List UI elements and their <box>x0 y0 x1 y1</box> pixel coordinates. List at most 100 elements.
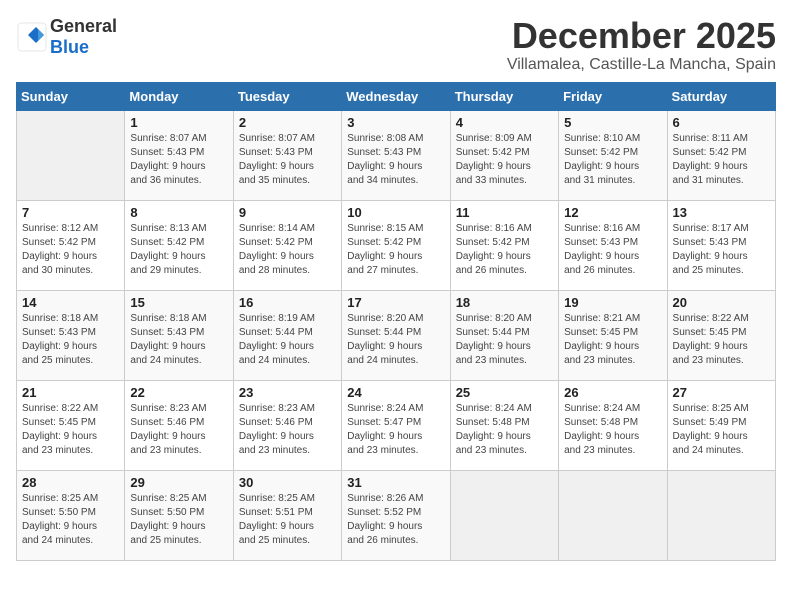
day-info: Sunrise: 8:24 AM Sunset: 5:48 PM Dayligh… <box>456 402 553 458</box>
header-monday: Monday <box>125 82 233 110</box>
calendar-cell: 26Sunrise: 8:24 AM Sunset: 5:48 PM Dayli… <box>559 380 667 470</box>
day-number: 29 <box>130 475 227 490</box>
calendar-cell: 15Sunrise: 8:18 AM Sunset: 5:43 PM Dayli… <box>125 290 233 380</box>
calendar-cell: 14 Sunrise: 8:18 AM Sunset: 5:43 PM Dayli… <box>17 290 125 380</box>
calendar-cell: 5Sunrise: 8:10 AM Sunset: 5:42 PM Daylig… <box>559 110 667 200</box>
calendar-cell: 29 Sunrise: 8:25 AM Sunset: 5:50 PM Dayli… <box>125 470 233 560</box>
header-saturday: Saturday <box>667 82 775 110</box>
calendar-cell: 22 Sunrise: 8:23 AM Sunset: 5:46 PM Dayli… <box>125 380 233 470</box>
header-sunday: Sunday <box>17 82 125 110</box>
day-number: 22 <box>130 385 227 400</box>
calendar-cell: 1 Sunrise: 8:07 AM Sunset: 5:43 PM Daylig… <box>125 110 233 200</box>
day-number: 23 <box>239 385 336 400</box>
calendar-cell: 8 Sunrise: 8:13 AM Sunset: 5:42 PM Daylig… <box>125 200 233 290</box>
calendar-cell: 7 Sunrise: 8:12 AM Sunset: 5:42 PM Daylig… <box>17 200 125 290</box>
day-number: 20 <box>673 295 770 310</box>
day-number: 14 <box>22 295 119 310</box>
day-info: Sunrise: 8:25 AM Sunset: 5:49 PM Dayligh… <box>673 402 770 458</box>
calendar-cell: 13 Sunrise: 8:17 AM Sunset: 5:43 PM Dayli… <box>667 200 775 290</box>
day-number: 19 <box>564 295 661 310</box>
day-info: Sunrise: 8:22 AM Sunset: 5:45 PM Dayligh… <box>22 402 119 458</box>
day-info: Sunrise: 8:22 AM Sunset: 5:45 PM Dayligh… <box>673 312 770 368</box>
calendar-week-2: 7 Sunrise: 8:12 AM Sunset: 5:42 PM Daylig… <box>17 200 776 290</box>
day-info: Sunrise: 8:26 AM Sunset: 5:52 PM Dayligh… <box>347 492 444 548</box>
day-info: Sunrise: 8:16 AM Sunset: 5:42 PM Dayligh… <box>456 222 553 278</box>
day-info: Sunrise: 8:21 AM Sunset: 5:45 PM Dayligh… <box>564 312 661 368</box>
day-number: 12 <box>564 205 661 220</box>
day-number: 11 <box>456 205 553 220</box>
day-number: 8 <box>130 205 227 220</box>
calendar-cell: 31Sunrise: 8:26 AM Sunset: 5:52 PM Dayli… <box>342 470 450 560</box>
logo: General Blue <box>16 16 117 58</box>
day-number: 30 <box>239 475 336 490</box>
calendar-cell <box>559 470 667 560</box>
day-info: Sunrise: 8:07 AM Sunset: 5:43 PM Dayligh… <box>239 132 336 188</box>
day-info: Sunrise: 8:25 AM Sunset: 5:50 PM Dayligh… <box>22 492 119 548</box>
calendar-cell: 19 Sunrise: 8:21 AM Sunset: 5:45 PM Dayli… <box>559 290 667 380</box>
calendar-cell: 21 Sunrise: 8:22 AM Sunset: 5:45 PM Dayli… <box>17 380 125 470</box>
calendar-cell: 11 Sunrise: 8:16 AM Sunset: 5:42 PM Dayli… <box>450 200 558 290</box>
logo-blue-text: Blue <box>50 37 89 57</box>
calendar-cell: 23Sunrise: 8:23 AM Sunset: 5:46 PM Dayli… <box>233 380 341 470</box>
day-number: 21 <box>22 385 119 400</box>
day-number: 13 <box>673 205 770 220</box>
day-number: 7 <box>22 205 119 220</box>
day-number: 6 <box>673 115 770 130</box>
header-friday: Friday <box>559 82 667 110</box>
day-info: Sunrise: 8:18 AM Sunset: 5:43 PM Dayligh… <box>22 312 119 368</box>
calendar-cell: 6Sunrise: 8:11 AM Sunset: 5:42 PM Daylig… <box>667 110 775 200</box>
location-text: Villamalea, Castille-La Mancha, Spain <box>507 56 776 74</box>
day-info: Sunrise: 8:08 AM Sunset: 5:43 PM Dayligh… <box>347 132 444 188</box>
calendar-week-5: 28 Sunrise: 8:25 AM Sunset: 5:50 PM Dayli… <box>17 470 776 560</box>
calendar-cell: 20 Sunrise: 8:22 AM Sunset: 5:45 PM Dayli… <box>667 290 775 380</box>
day-info: Sunrise: 8:24 AM Sunset: 5:47 PM Dayligh… <box>347 402 444 458</box>
day-info: Sunrise: 8:16 AM Sunset: 5:43 PM Dayligh… <box>564 222 661 278</box>
calendar-cell: 16Sunrise: 8:19 AM Sunset: 5:44 PM Dayli… <box>233 290 341 380</box>
day-info: Sunrise: 8:20 AM Sunset: 5:44 PM Dayligh… <box>347 312 444 368</box>
day-info: Sunrise: 8:23 AM Sunset: 5:46 PM Dayligh… <box>130 402 227 458</box>
calendar-week-3: 14 Sunrise: 8:18 AM Sunset: 5:43 PM Dayli… <box>17 290 776 380</box>
day-info: Sunrise: 8:18 AM Sunset: 5:43 PM Dayligh… <box>130 312 227 368</box>
header-thursday: Thursday <box>450 82 558 110</box>
day-info: Sunrise: 8:15 AM Sunset: 5:42 PM Dayligh… <box>347 222 444 278</box>
page-header: General Blue December 2025 Villamalea, C… <box>16 16 776 74</box>
calendar-week-1: 1 Sunrise: 8:07 AM Sunset: 5:43 PM Daylig… <box>17 110 776 200</box>
title-block: December 2025 Villamalea, Castille-La Ma… <box>507 16 776 74</box>
calendar-cell: 28 Sunrise: 8:25 AM Sunset: 5:50 PM Dayli… <box>17 470 125 560</box>
month-title: December 2025 <box>507 16 776 56</box>
day-info: Sunrise: 8:10 AM Sunset: 5:42 PM Dayligh… <box>564 132 661 188</box>
day-number: 25 <box>456 385 553 400</box>
day-info: Sunrise: 8:17 AM Sunset: 5:43 PM Dayligh… <box>673 222 770 278</box>
calendar-cell <box>17 110 125 200</box>
day-info: Sunrise: 8:09 AM Sunset: 5:42 PM Dayligh… <box>456 132 553 188</box>
day-number: 27 <box>673 385 770 400</box>
day-number: 28 <box>22 475 119 490</box>
calendar-cell: 27 Sunrise: 8:25 AM Sunset: 5:49 PM Dayli… <box>667 380 775 470</box>
calendar-cell: 9 Sunrise: 8:14 AM Sunset: 5:42 PM Daylig… <box>233 200 341 290</box>
day-info: Sunrise: 8:13 AM Sunset: 5:42 PM Dayligh… <box>130 222 227 278</box>
day-number: 10 <box>347 205 444 220</box>
day-number: 1 <box>130 115 227 130</box>
calendar-cell: 3 Sunrise: 8:08 AM Sunset: 5:43 PM Daylig… <box>342 110 450 200</box>
day-number: 3 <box>347 115 444 130</box>
day-number: 16 <box>239 295 336 310</box>
calendar-table: SundayMondayTuesdayWednesdayThursdayFrid… <box>16 82 776 561</box>
calendar-cell: 12 Sunrise: 8:16 AM Sunset: 5:43 PM Dayli… <box>559 200 667 290</box>
day-number: 2 <box>239 115 336 130</box>
calendar-cell <box>450 470 558 560</box>
calendar-cell: 30 Sunrise: 8:25 AM Sunset: 5:51 PM Dayli… <box>233 470 341 560</box>
day-info: Sunrise: 8:14 AM Sunset: 5:42 PM Dayligh… <box>239 222 336 278</box>
day-info: Sunrise: 8:07 AM Sunset: 5:43 PM Dayligh… <box>130 132 227 188</box>
day-number: 4 <box>456 115 553 130</box>
day-info: Sunrise: 8:12 AM Sunset: 5:42 PM Dayligh… <box>22 222 119 278</box>
logo-icon <box>16 21 48 53</box>
header-wednesday: Wednesday <box>342 82 450 110</box>
day-info: Sunrise: 8:25 AM Sunset: 5:51 PM Dayligh… <box>239 492 336 548</box>
day-number: 9 <box>239 205 336 220</box>
header-tuesday: Tuesday <box>233 82 341 110</box>
calendar-header-row: SundayMondayTuesdayWednesdayThursdayFrid… <box>17 82 776 110</box>
calendar-cell: 24Sunrise: 8:24 AM Sunset: 5:47 PM Dayli… <box>342 380 450 470</box>
day-info: Sunrise: 8:20 AM Sunset: 5:44 PM Dayligh… <box>456 312 553 368</box>
calendar-cell: 17Sunrise: 8:20 AM Sunset: 5:44 PM Dayli… <box>342 290 450 380</box>
day-info: Sunrise: 8:25 AM Sunset: 5:50 PM Dayligh… <box>130 492 227 548</box>
